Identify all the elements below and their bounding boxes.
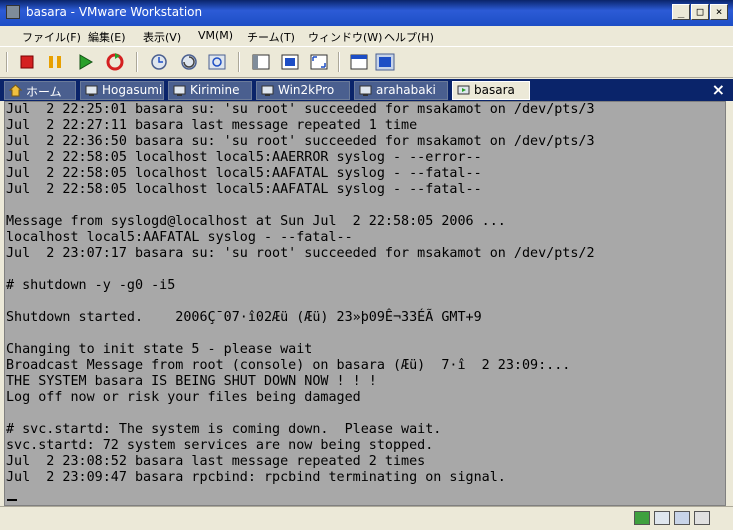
console-line: Jul 2 22:58:05 localhost local5:AAERROR … xyxy=(6,150,482,165)
snapshot-manager-icon[interactable] xyxy=(206,51,228,73)
toolbar-separator xyxy=(338,52,340,72)
text-cursor xyxy=(7,499,17,501)
menu-team[interactable]: チーム(T) xyxy=(247,29,295,45)
console-line: THE SYSTEM basara IS BEING SHUT DOWN NOW… xyxy=(6,374,377,389)
menu-window[interactable]: ウィンドウ(W) xyxy=(308,29,382,45)
tab-hogasumi[interactable]: Hogasumi xyxy=(80,81,164,100)
vmware-window: basara - VMware Workstation _ □ × ファイル(F… xyxy=(0,0,733,530)
menu-file[interactable]: ファイル(F) xyxy=(22,29,81,45)
toolbar-separator xyxy=(136,52,138,72)
console-line: Jul 2 23:08:52 basara last message repea… xyxy=(6,454,426,469)
console-line: Jul 2 22:58:05 localhost local5:AAFATAL … xyxy=(6,182,482,197)
tab-kirimine[interactable]: Kirimine xyxy=(168,81,252,100)
console-line: Jul 2 22:27:11 basara last message repea… xyxy=(6,118,418,133)
tab-basara[interactable]: basara xyxy=(452,81,530,100)
network-icon[interactable] xyxy=(634,511,650,525)
usb-icon[interactable] xyxy=(694,511,710,525)
console-line: Broadcast Message from root (console) on… xyxy=(6,358,571,373)
hard-disk-icon[interactable] xyxy=(654,511,670,525)
menu-view[interactable]: 表示(V) xyxy=(143,29,181,45)
console-line: # svc.startd: The system is coming down.… xyxy=(6,422,442,437)
toolbar xyxy=(0,46,733,78)
console-line: Jul 2 23:09:47 basara rpcbind: rpcbind t… xyxy=(6,470,506,485)
console-line: localhost local5:AAFATAL syslog - --fata… xyxy=(6,230,353,245)
cdrom-icon[interactable] xyxy=(674,511,690,525)
close-tab-icon[interactable]: × xyxy=(712,80,725,99)
console-line: Shutdown started. 2006Ç¯07·î02Æü (Æü) 23… xyxy=(6,310,482,325)
console-line: Changing to init state 5 - please wait xyxy=(6,342,313,357)
stop-icon[interactable] xyxy=(16,51,38,73)
maximize-button[interactable]: □ xyxy=(691,4,709,20)
vmware-app-icon xyxy=(6,5,20,19)
console-line: Jul 2 22:36:50 basara su: 'su root' succ… xyxy=(6,134,595,149)
play-icon[interactable] xyxy=(74,51,96,73)
console-line: # shutdown -y -g0 -i5 xyxy=(6,278,176,293)
vm-icon xyxy=(261,85,274,96)
quick-switch-icon[interactable] xyxy=(279,51,301,73)
vm-icon xyxy=(173,85,186,96)
full-screen-icon[interactable] xyxy=(308,51,330,73)
vm-running-icon xyxy=(457,85,470,95)
vm-icon xyxy=(359,85,372,96)
tab-arahabaki[interactable]: arahabaki xyxy=(354,81,448,100)
menu-edit[interactable]: 編集(E) xyxy=(88,29,126,45)
summary-view-icon[interactable] xyxy=(348,51,370,73)
title-bar[interactable]: basara - VMware Workstation _ □ × xyxy=(0,0,733,26)
vm-icon xyxy=(85,85,98,96)
vm-console[interactable]: Jul 2 22:25:01 basara su: 'su root' succ… xyxy=(4,101,726,506)
console-line: svc.startd: 72 system services are now b… xyxy=(6,438,434,453)
close-button[interactable]: × xyxy=(710,4,728,20)
pause-icon[interactable] xyxy=(44,51,66,73)
tab-home[interactable]: ホーム xyxy=(4,81,76,100)
console-line: Jul 2 23:07:17 basara su: 'su root' succ… xyxy=(6,246,595,261)
snapshot-icon[interactable] xyxy=(148,51,170,73)
tab-win2kpro[interactable]: Win2kPro xyxy=(256,81,350,100)
revert-snapshot-icon[interactable] xyxy=(178,51,200,73)
window-title: basara - VMware Workstation xyxy=(26,5,203,19)
menu-help[interactable]: ヘルプ(H) xyxy=(384,29,434,45)
toolbar-separator xyxy=(238,52,240,72)
console-line: Log off now or risk your files being dam… xyxy=(6,390,361,405)
status-bar xyxy=(0,506,733,530)
home-icon xyxy=(9,84,22,97)
toolbar-grip xyxy=(6,52,8,72)
console-view-icon[interactable] xyxy=(374,51,396,73)
minimize-button[interactable]: _ xyxy=(672,4,690,20)
sidebar-view-icon[interactable] xyxy=(250,51,272,73)
console-line: Jul 2 22:58:05 localhost local5:AAFATAL … xyxy=(6,166,482,181)
console-line: Jul 2 22:25:01 basara su: 'su root' succ… xyxy=(6,102,595,117)
console-line: Message from syslogd@localhost at Sun Ju… xyxy=(6,214,506,229)
menu-bar: ファイル(F) 編集(E) 表示(V) VM(M) チーム(T) ウィンドウ(W… xyxy=(0,26,733,46)
reset-icon[interactable] xyxy=(104,51,126,73)
menu-vm[interactable]: VM(M) xyxy=(198,29,233,42)
vm-tab-bar: ホーム Hogasumi Kirimine Win2kPro arahabaki… xyxy=(0,79,733,101)
